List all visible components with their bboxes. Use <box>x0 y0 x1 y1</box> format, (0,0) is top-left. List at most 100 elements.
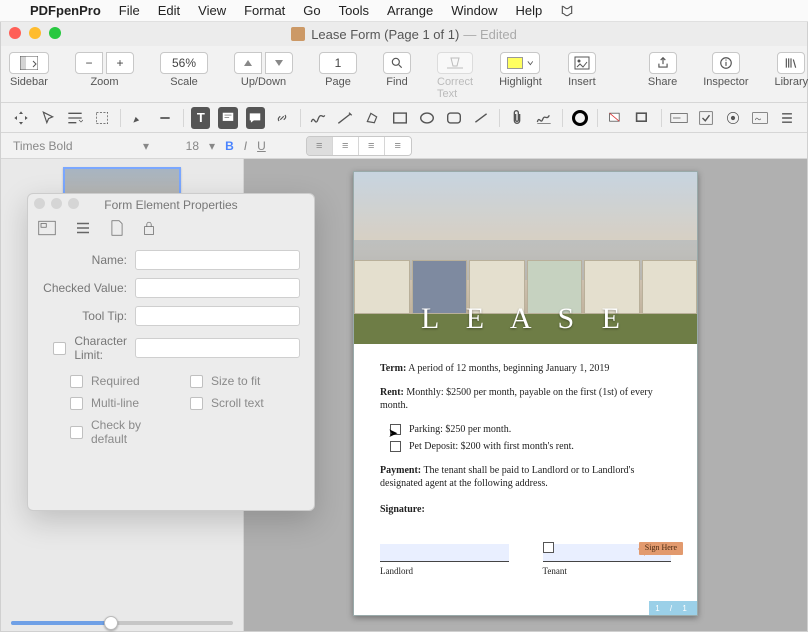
tab-lock-icon[interactable] <box>142 220 156 236</box>
pet-deposit-checkbox[interactable] <box>390 441 401 452</box>
form-text-field-tool[interactable] <box>669 107 688 129</box>
check-default-checkbox[interactable] <box>70 426 83 439</box>
stroke-color-tool[interactable] <box>633 107 652 129</box>
scroll-text-checkbox[interactable] <box>190 397 203 410</box>
font-dropdown-icon[interactable]: ▾ <box>143 139 149 153</box>
underline-button[interactable]: U <box>257 139 266 153</box>
page-up-button[interactable] <box>234 52 262 74</box>
markup-tool[interactable] <box>155 107 174 129</box>
size-to-fit-checkbox[interactable] <box>190 375 203 388</box>
tenant-signature-field[interactable]: Sign Here <box>543 544 672 562</box>
form-radio-tool[interactable] <box>724 107 743 129</box>
stamp-tool[interactable] <box>570 107 589 129</box>
menu-arrange[interactable]: Arrange <box>387 3 433 18</box>
font-size-field[interactable]: 18 <box>159 139 199 153</box>
form-list-tool[interactable] <box>778 107 797 129</box>
landlord-signature-field[interactable] <box>380 544 509 562</box>
slider-knob-icon[interactable] <box>104 616 118 630</box>
thumbnail-size-slider[interactable] <box>11 621 233 625</box>
required-checkbox[interactable] <box>70 375 83 388</box>
page-number-strip: 1 / 1 <box>649 601 697 615</box>
edit-toolstrip: T <box>1 103 807 133</box>
polygon-tool[interactable] <box>363 107 382 129</box>
tab-element-icon[interactable] <box>38 220 56 236</box>
rounded-rect-tool[interactable] <box>444 107 463 129</box>
align-right-button[interactable]: ≡ <box>359 137 385 155</box>
scribble-tool[interactable] <box>309 107 328 129</box>
zoom-field[interactable]: 56% <box>160 52 208 74</box>
line-tool[interactable] <box>471 107 490 129</box>
document-canvas[interactable]: L E A S E Term: A period of 12 months, b… <box>244 159 807 631</box>
bold-button[interactable]: B <box>225 139 234 153</box>
lease-heading: L E A S E <box>354 302 697 336</box>
zoom-in-button[interactable]: + <box>106 52 134 74</box>
minimize-window-button[interactable] <box>29 27 41 39</box>
char-limit-field[interactable] <box>135 338 300 358</box>
freehand-tool[interactable] <box>336 107 355 129</box>
ellipse-tool[interactable] <box>417 107 436 129</box>
fill-color-tool[interactable] <box>606 107 625 129</box>
link-tool[interactable] <box>273 107 292 129</box>
align-left-button[interactable]: ≡ <box>307 137 333 155</box>
rect-tool[interactable] <box>390 107 409 129</box>
sidebar-toggle-button[interactable] <box>9 52 49 74</box>
tenant-sig-checkbox[interactable] <box>543 542 554 553</box>
menu-view[interactable]: View <box>198 3 226 18</box>
panel-tabs <box>28 216 314 244</box>
insert-button[interactable] <box>568 52 596 74</box>
library-button[interactable] <box>777 52 805 74</box>
tooltip-field[interactable] <box>135 306 300 326</box>
panel-minimize-button[interactable] <box>51 198 62 209</box>
menu-help[interactable]: Help <box>515 3 542 18</box>
form-signature-tool[interactable] <box>751 107 770 129</box>
document-proxy-icon[interactable] <box>291 27 305 41</box>
text-tool[interactable]: T <box>191 107 210 129</box>
tab-document-icon[interactable] <box>110 220 124 236</box>
page-down-button[interactable] <box>265 52 293 74</box>
updown-label: Up/Down <box>241 76 286 88</box>
note-tool[interactable] <box>218 107 237 129</box>
inspector-button[interactable] <box>712 52 740 74</box>
panel-zoom-button[interactable] <box>68 198 79 209</box>
comment-tool[interactable] <box>246 107 265 129</box>
tab-alignment-icon[interactable] <box>74 220 92 236</box>
page-label: Page <box>325 76 351 88</box>
select-rect-tool[interactable] <box>92 107 111 129</box>
app-menu[interactable]: PDFpenPro <box>30 3 101 18</box>
landlord-label: Landlord <box>380 565 509 577</box>
signature-tool[interactable] <box>534 107 553 129</box>
scripts-menu-icon[interactable] <box>560 4 574 18</box>
scroll-tool[interactable] <box>11 107 30 129</box>
font-size-stepper-icon[interactable]: ▾ <box>209 139 215 153</box>
zoom-out-button[interactable]: − <box>75 52 103 74</box>
highlight-tool[interactable] <box>128 107 147 129</box>
menu-edit[interactable]: Edit <box>158 3 180 18</box>
close-window-button[interactable] <box>9 27 21 39</box>
form-checkbox-tool[interactable] <box>696 107 715 129</box>
menu-window[interactable]: Window <box>451 3 497 18</box>
multiline-checkbox[interactable] <box>70 397 83 410</box>
menu-format[interactable]: Format <box>244 3 285 18</box>
select-tool[interactable] <box>38 107 57 129</box>
menu-tools[interactable]: Tools <box>339 3 369 18</box>
panel-close-button[interactable] <box>34 198 45 209</box>
menu-file[interactable]: File <box>119 3 140 18</box>
font-family-selector[interactable]: Times Bold <box>13 139 133 153</box>
select-text-tool[interactable] <box>65 107 84 129</box>
italic-button[interactable]: I <box>244 139 247 153</box>
highlight-button[interactable] <box>500 52 540 74</box>
align-justify-button[interactable]: ≡ <box>385 137 411 155</box>
align-center-button[interactable]: ≡ <box>333 137 359 155</box>
zoom-window-button[interactable] <box>49 27 61 39</box>
attachment-tool[interactable] <box>507 107 526 129</box>
find-button[interactable] <box>383 52 411 74</box>
name-field[interactable] <box>135 250 300 270</box>
page-number-field[interactable]: 1 <box>319 52 357 74</box>
zoom-label: Zoom <box>90 76 118 88</box>
correct-text-button[interactable] <box>437 52 473 74</box>
share-button[interactable] <box>649 52 677 74</box>
char-limit-checkbox[interactable] <box>53 342 66 355</box>
circle-icon <box>572 110 588 126</box>
checked-value-field[interactable] <box>135 278 300 298</box>
menu-go[interactable]: Go <box>303 3 320 18</box>
